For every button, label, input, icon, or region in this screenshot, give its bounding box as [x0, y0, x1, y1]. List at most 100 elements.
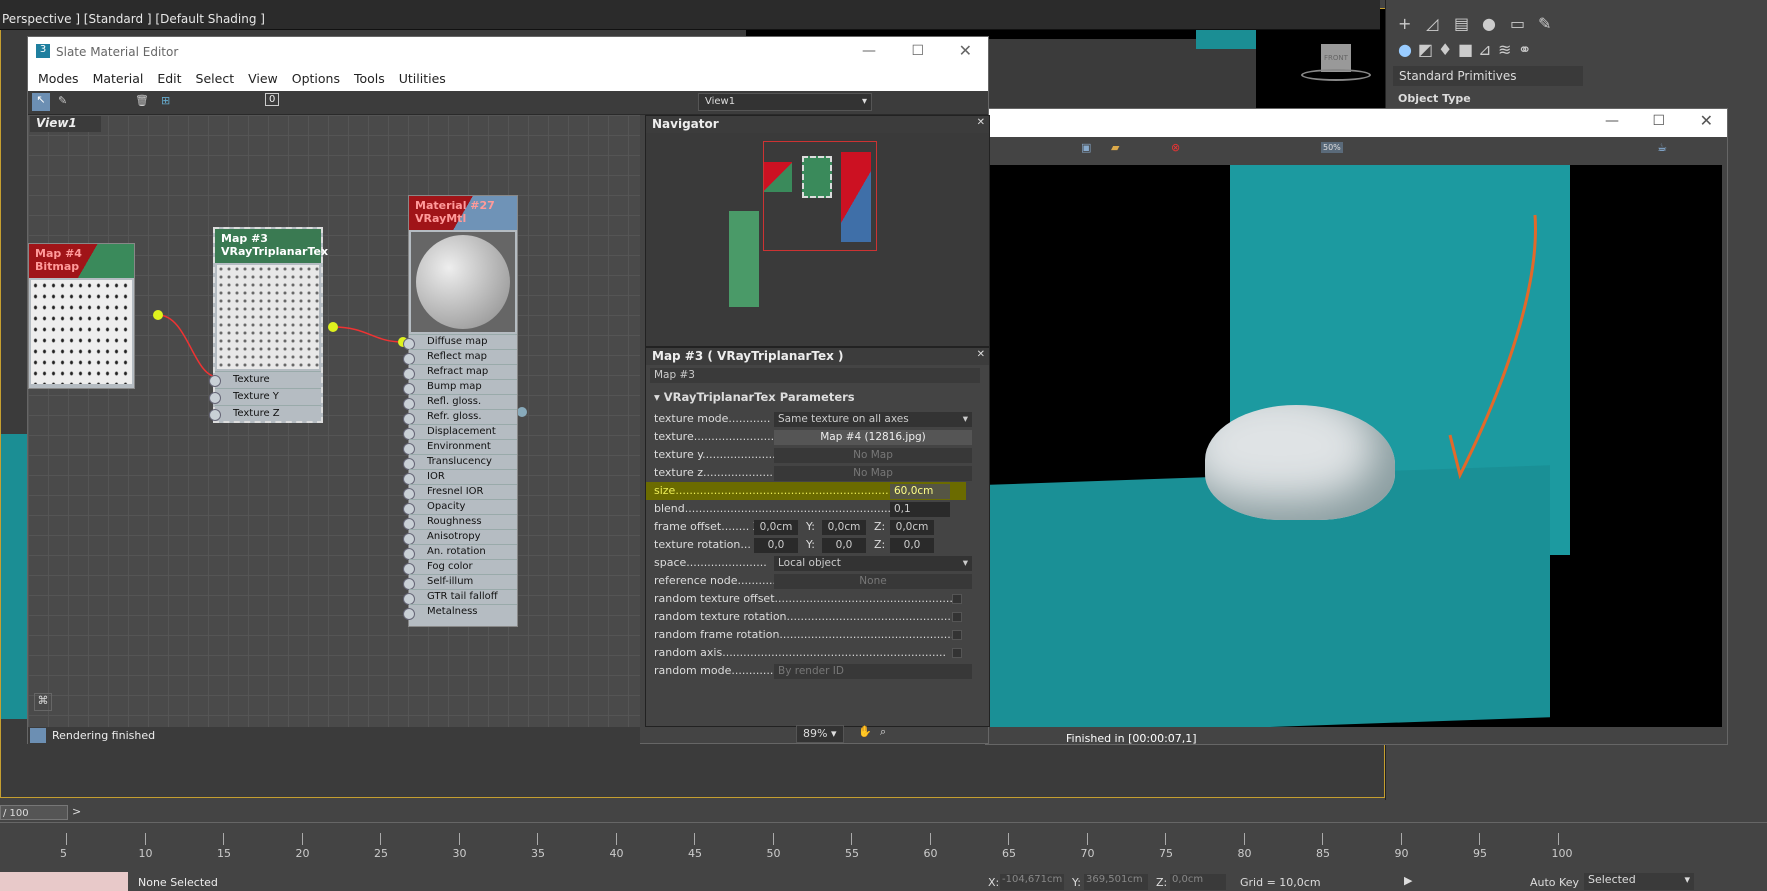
viewport-label[interactable]: Perspective ] [Standard ] [Default Shadi…	[2, 12, 265, 26]
menu-utilities[interactable]: Utilities	[399, 71, 446, 86]
open-icon[interactable]: ▰	[1111, 141, 1119, 154]
material-slot[interactable]: Opacity	[403, 499, 517, 515]
texture-y-button[interactable]: No Map	[774, 448, 972, 463]
rollout-header[interactable]: ▾ VRayTriplanarTex Parameters	[654, 390, 855, 404]
sme-minimize-icon[interactable]: —	[862, 43, 876, 59]
texture-mode-select[interactable]: Same texture on all axes ▾	[774, 412, 972, 427]
material-slot[interactable]: Anisotropy	[403, 529, 517, 545]
sme-maximize-icon[interactable]: ☐	[911, 43, 924, 59]
render-zoom-button[interactable]: 50%	[1321, 142, 1343, 153]
material-slot[interactable]: Refr. gloss.	[403, 409, 517, 425]
save-icon[interactable]: ▣	[1081, 141, 1091, 154]
slot-texture-z[interactable]: Texture Z	[209, 405, 321, 422]
material-slot[interactable]: Self-illum	[403, 574, 517, 590]
material-slot[interactable]: Metalness	[403, 604, 517, 620]
pan-icon[interactable]: ✋	[858, 725, 872, 738]
motion-icon[interactable]: ●	[1482, 14, 1496, 33]
viewcube-face[interactable]: FRONT	[1321, 44, 1351, 72]
sme-close-icon[interactable]: ✕	[959, 41, 972, 60]
texture-rotation-y[interactable]: 0,0	[822, 538, 866, 553]
material-slot[interactable]: Reflect map	[403, 349, 517, 365]
display-icon[interactable]: ▭	[1510, 14, 1525, 33]
menu-select[interactable]: Select	[196, 71, 235, 86]
material-slot[interactable]: Refract map	[403, 364, 517, 380]
y-coord-field[interactable]: 369,501cm	[1084, 874, 1148, 890]
frame-offset-x[interactable]: 0,0cm	[754, 520, 798, 535]
close-icon[interactable]: ✕	[1700, 111, 1713, 130]
space-select[interactable]: Local object ▾	[774, 556, 972, 571]
size-spinner[interactable]: 60,0cm	[890, 484, 950, 499]
material-slot[interactable]: An. rotation	[403, 544, 517, 560]
reference-node-button[interactable]: None	[774, 574, 972, 589]
material-slot[interactable]: Bump map	[403, 379, 517, 395]
menu-options[interactable]: Options	[292, 71, 340, 86]
material-slot[interactable]: Fog color	[403, 559, 517, 575]
cameras-icon[interactable]: ■	[1458, 40, 1473, 59]
frame-offset-z[interactable]: 0,0cm	[890, 520, 934, 535]
background-icon[interactable]: 0	[265, 93, 280, 106]
params-close-icon[interactable]: ✕	[977, 349, 985, 360]
play-icon[interactable]: ▶	[1404, 874, 1412, 887]
utilities-icon[interactable]: ✎	[1538, 14, 1551, 33]
next-frame-icon[interactable]: >	[72, 805, 81, 818]
eyedropper-icon[interactable]: ✎	[58, 94, 67, 107]
menu-modes[interactable]: Modes	[38, 71, 79, 86]
slot-texture-y[interactable]: Texture Y	[209, 388, 321, 405]
navigator-close-icon[interactable]: ✕	[977, 117, 985, 128]
node-view[interactable]: View1 Map #4 Bitmap Map #3 VRayTriplanar…	[28, 115, 640, 727]
material-slot[interactable]: Fresnel IOR	[403, 484, 517, 500]
timeline-ruler[interactable]: 5 10 15 20 25 30 35 40 45 50 55 60 65 70 75 80 85 90 95 100	[0, 822, 1767, 872]
shapes-icon[interactable]: ◩	[1418, 40, 1433, 59]
texture-map-button[interactable]: Map #4 (12816.jpg)	[774, 430, 972, 445]
delete-icon[interactable]: 🗑	[135, 94, 149, 107]
z-coord-field[interactable]: 0,0cm	[1170, 874, 1226, 890]
create-icon[interactable]: +	[1398, 14, 1411, 33]
key-filter-select[interactable]: Selected ▾	[1584, 873, 1694, 890]
lights-icon[interactable]: ♦	[1438, 40, 1452, 59]
menu-tools[interactable]: Tools	[354, 71, 385, 86]
material-slot[interactable]: Translucency	[403, 454, 517, 470]
binoculars-icon[interactable]: ⌘	[34, 693, 52, 711]
autokey-button[interactable]: Auto Key	[1530, 876, 1579, 889]
time-slider[interactable]: / 100	[0, 805, 68, 820]
random-texture-rotation-checkbox[interactable]	[952, 612, 962, 622]
map-name-field[interactable]: Map #3	[650, 368, 980, 383]
node-map4-bitmap[interactable]: Map #4 Bitmap	[28, 243, 135, 389]
helpers-icon[interactable]: ⊿	[1478, 40, 1491, 59]
menu-view[interactable]: View	[248, 71, 278, 86]
viewcube[interactable]: FRONT	[1301, 39, 1371, 89]
texture-rotation-z[interactable]: 0,0	[890, 538, 934, 553]
minimize-icon[interactable]: —	[1605, 113, 1619, 129]
spacewarps-icon[interactable]: ≋	[1498, 40, 1511, 59]
frame-offset-y[interactable]: 0,0cm	[822, 520, 866, 535]
sme-titlebar[interactable]: 3 Slate Material Editor — ☐ ✕	[28, 37, 988, 67]
object-type-rollout[interactable]: Object Type	[1398, 92, 1578, 106]
zoom-icon[interactable]: ⌕	[880, 725, 886, 739]
hierarchy-icon[interactable]: ▤	[1454, 14, 1469, 33]
material-slot[interactable]: Displacement	[403, 424, 517, 440]
material-slot[interactable]: Diffuse map	[403, 334, 517, 350]
geometry-icon[interactable]: ●	[1398, 40, 1412, 59]
x-coord-field[interactable]: -104,671cm	[1000, 874, 1064, 890]
primitives-dropdown[interactable]: Standard Primitives	[1393, 66, 1583, 86]
material-slot[interactable]: GTR tail falloff	[403, 589, 517, 605]
material-slot[interactable]: IOR	[403, 469, 517, 485]
teapot-render-icon[interactable]: ☕	[1657, 141, 1667, 154]
texture-z-button[interactable]: No Map	[774, 466, 972, 481]
navigator-viewport[interactable]	[763, 141, 877, 251]
menu-material[interactable]: Material	[93, 71, 144, 86]
node-material27-vraymtl[interactable]: Material #27 VRayMtl Diffuse map Reflect …	[403, 195, 518, 627]
material-slot[interactable]: Refl. gloss.	[403, 394, 517, 410]
modify-icon[interactable]: ◿	[1426, 14, 1438, 33]
menu-edit[interactable]: Edit	[157, 71, 181, 86]
node-map3-triplanar[interactable]: Map #3 VRayTriplanarTex Texture Texture …	[209, 227, 328, 423]
render-frame-titlebar[interactable]: — ☐ ✕	[986, 109, 1727, 137]
material-slot[interactable]: Roughness	[403, 514, 517, 530]
clear-icon[interactable]: ⊗	[1171, 141, 1180, 154]
material-slot[interactable]: Environment	[403, 439, 517, 455]
slot-texture[interactable]: Texture	[209, 371, 321, 388]
zoom-select[interactable]: 89% ▾	[796, 725, 844, 743]
random-mode-select[interactable]: By render ID	[774, 664, 972, 679]
select-tool-icon[interactable]: ↖	[32, 93, 50, 111]
layout-icon[interactable]: ⊞	[161, 94, 170, 107]
